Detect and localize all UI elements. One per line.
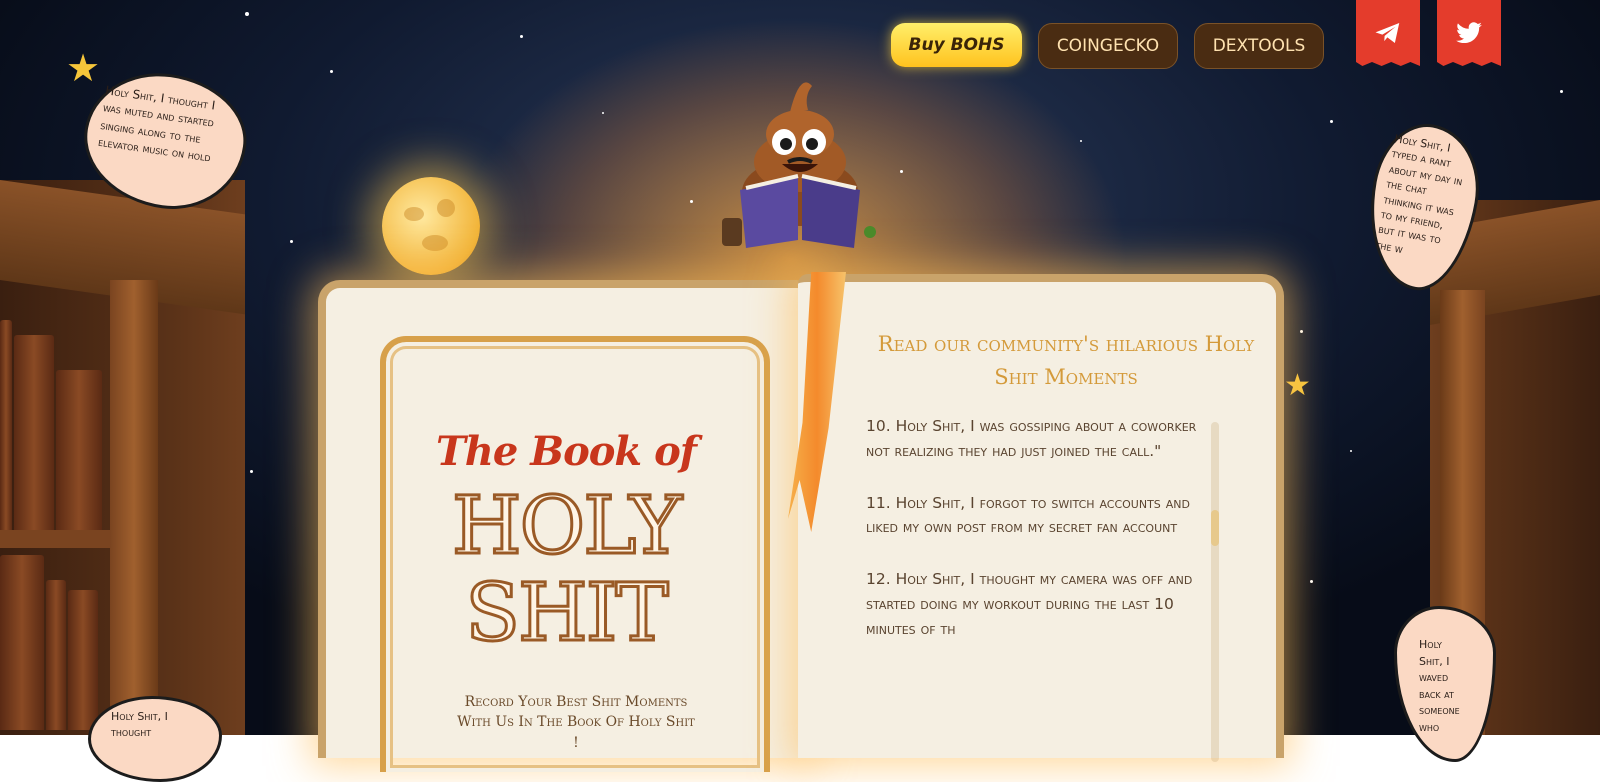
book-title-line1: The Book of: [436, 428, 697, 475]
left-page: The Book of HOLY SHIT Record Your Best S…: [318, 280, 806, 772]
moments-heading: Read our community's hilarious Holy Shit…: [877, 332, 1255, 389]
star: [1350, 450, 1352, 452]
moon: [382, 177, 480, 275]
moment-entry: 10. Holy Shit, I was gossiping about a c…: [866, 417, 1197, 460]
twitter-icon: [1456, 22, 1482, 44]
star: [245, 12, 249, 16]
star: [900, 170, 903, 173]
star: [1310, 580, 1313, 583]
star: [520, 35, 523, 38]
star: [602, 112, 604, 114]
star-icon: ★: [66, 46, 101, 90]
book-title-line3: SHIT: [464, 566, 671, 659]
speech-bubble-text: Holy Shit, I thought I was muted and sta…: [97, 83, 217, 165]
dextools-button[interactable]: DEXTOOLS: [1194, 23, 1324, 69]
star: [1330, 120, 1333, 123]
star: [330, 70, 333, 73]
speech-bubble-text: Holy Shit, I thought: [111, 710, 168, 739]
star: [290, 240, 293, 243]
book-tagline: Record Your Best Shit Moments With Us In…: [457, 694, 695, 751]
telegram-icon: [1375, 23, 1400, 43]
buy-button[interactable]: Buy BOHS: [891, 23, 1022, 67]
left-bookshelf: [0, 180, 245, 735]
speech-bubble-text: Holy Shit, I waved back at someone who: [1419, 638, 1460, 734]
twitter-link[interactable]: [1437, 0, 1501, 66]
telegram-link[interactable]: [1356, 0, 1420, 66]
star-icon: ★: [1284, 368, 1311, 403]
book-title-line2: HOLY: [450, 479, 683, 572]
right-page: Read our community's hilarious Holy Shit…: [798, 274, 1284, 762]
moment-entry: 11. Holy Shit, I forgot to switch accoun…: [866, 493, 1190, 537]
speech-bubble-text: Holy Shit, I typed a rant about my day i…: [1374, 132, 1464, 256]
star: [1300, 330, 1303, 333]
star: [1080, 140, 1082, 142]
open-book: The Book of HOLY SHIT Record Your Best S…: [318, 262, 1284, 772]
star: [1560, 90, 1563, 93]
coingecko-button[interactable]: COINGECKO: [1038, 23, 1178, 69]
moment-entry: 12. Holy Shit, I thought my camera was o…: [866, 570, 1193, 638]
speech-bubble-bottom-right: Holy Shit, I waved back at someone who: [1394, 606, 1496, 762]
moments-list[interactable]: 10. Holy Shit, I was gossiping about a c…: [866, 414, 1216, 669]
star: [250, 470, 253, 473]
scrollbar-thumb[interactable]: [1211, 510, 1219, 546]
moments-scrollbar[interactable]: [1211, 422, 1219, 762]
star: [690, 200, 693, 203]
poop-mascot-icon: [722, 82, 876, 248]
speech-bubble-bottom-left: Holy Shit, I thought: [88, 696, 222, 782]
